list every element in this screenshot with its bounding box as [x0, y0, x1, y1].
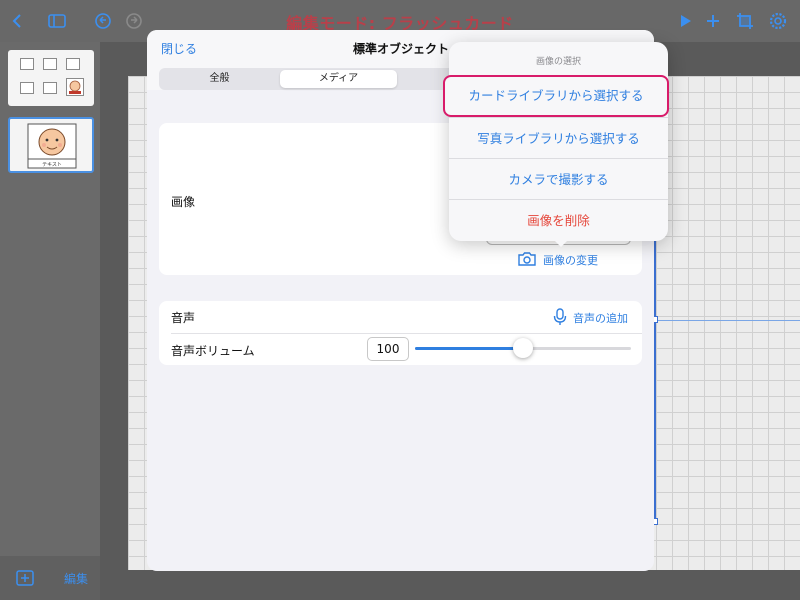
alignment-guide [654, 320, 800, 321]
edit-button[interactable]: 編集 [64, 570, 88, 587]
audio-label: 音声 [171, 311, 196, 325]
delete-image[interactable]: 画像を削除 [449, 199, 668, 240]
mini-object [43, 82, 57, 94]
add-audio-label: 音声の追加 [573, 312, 628, 325]
volume-value-field[interactable]: 100 [367, 337, 409, 361]
select-from-photo-library[interactable]: 写真ライブラリから選択する [449, 117, 668, 158]
thumb-caption: テキスト [42, 162, 62, 168]
add-icon[interactable] [703, 11, 723, 31]
close-button[interactable]: 閉じる [161, 40, 197, 57]
card-sidebar: テキスト 編集 [0, 42, 100, 600]
select-from-card-library[interactable]: カードライブラリから選択する [443, 75, 669, 117]
microphone-icon [553, 308, 567, 325]
mini-object [20, 58, 34, 70]
popover-arrow [553, 239, 569, 247]
mini-object [66, 58, 80, 70]
camera-icon [518, 252, 536, 266]
image-select-popover: 画像の選択 写真ライブラリから選択する カメラで撮影する 画像を削除 カードライ… [443, 42, 669, 247]
change-image-label: 画像の変更 [543, 254, 598, 267]
slider-fill [415, 347, 523, 350]
slider-thumb[interactable] [513, 338, 533, 358]
mini-object [43, 58, 57, 70]
row-divider [171, 333, 642, 334]
face-image: テキスト [27, 123, 77, 169]
settings-gear-icon[interactable] [768, 11, 788, 31]
card-thumbnail-1[interactable] [8, 50, 94, 106]
image-label: 画像 [171, 195, 196, 209]
card-thumbnail-2[interactable]: テキスト [8, 117, 94, 173]
volume-slider[interactable] [415, 338, 631, 358]
tab-general[interactable]: 全般 [161, 70, 278, 88]
add-card-icon[interactable] [16, 570, 34, 586]
audio-section: 音声 音声の追加 音声ボリューム 100 [159, 301, 642, 365]
dialog-title: 標準オブジェクト [353, 42, 450, 56]
tab-media[interactable]: メディア [280, 70, 397, 88]
popover-title: 画像の選択 [535, 57, 581, 67]
sidebar-footer: 編集 [0, 556, 100, 600]
take-photo-with-camera[interactable]: カメラで撮影する [449, 158, 668, 199]
volume-label: 音声ボリューム [171, 344, 255, 358]
mini-object [20, 82, 34, 94]
play-icon[interactable] [675, 11, 695, 31]
crop-icon[interactable] [735, 11, 755, 31]
selection-edge [654, 240, 656, 522]
mini-face-image [66, 78, 84, 96]
